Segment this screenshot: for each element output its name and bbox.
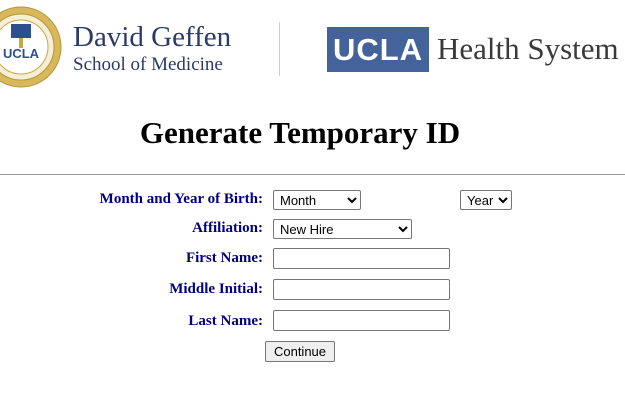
affiliation-select[interactable]: New Hire	[273, 219, 412, 239]
middle-initial-input[interactable]	[273, 279, 450, 300]
birth-label: Month and Year of Birth:	[99, 191, 263, 207]
site-header: UCLA David Geffen School of Medicine UCL…	[0, 0, 625, 96]
school-name-line2: School of Medicine	[73, 54, 223, 75]
ucla-seal-icon: UCLA	[0, 6, 62, 88]
last-name-label: Last Name:	[188, 313, 263, 329]
last-name-input[interactable]	[273, 310, 450, 331]
page-title: Generate Temporary ID	[139, 115, 461, 150]
horizontal-divider	[0, 174, 625, 175]
health-system-logo-text: Health System	[437, 31, 619, 66]
middle-initial-label: Middle Initial:	[169, 281, 263, 297]
school-of-medicine-logo: David Geffen School of Medicine	[73, 22, 231, 76]
ucla-logo: UCLA	[327, 27, 429, 72]
school-name-line1: David Geffen	[73, 21, 232, 53]
first-name-label: First Name:	[185, 250, 263, 266]
first-name-input[interactable]	[273, 248, 450, 269]
birth-year-select[interactable]: Year	[460, 190, 512, 210]
affiliation-label: Affiliation:	[192, 220, 263, 236]
birth-month-select[interactable]: Month	[273, 190, 361, 210]
logo-divider	[279, 22, 280, 76]
continue-button[interactable]: Continue	[265, 341, 335, 362]
seal-ucla-text: UCLA	[3, 46, 40, 61]
